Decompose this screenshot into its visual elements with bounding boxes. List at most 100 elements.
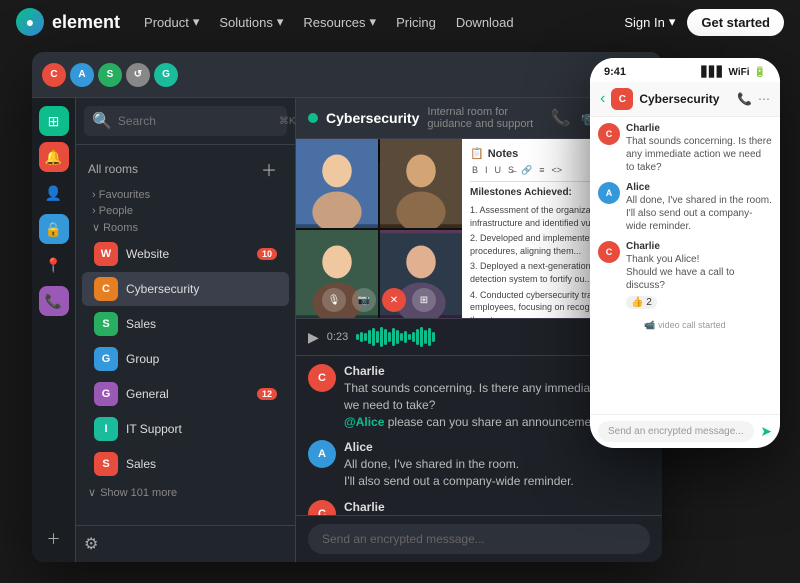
show-more-button[interactable]: ∨ Show 101 more xyxy=(76,482,295,503)
phone-text-alice: All done, I've shared in the room.I'll a… xyxy=(626,194,772,233)
add-room-button[interactable]: ＋ xyxy=(255,155,283,183)
italic-button[interactable]: I xyxy=(483,164,490,177)
room-avatar-website: W xyxy=(94,242,118,266)
call-icon[interactable]: 📞 xyxy=(551,108,571,128)
people-section[interactable]: › People xyxy=(76,203,295,219)
strikethrough-button[interactable]: S̶ xyxy=(506,164,516,177)
map-icon[interactable]: 📍 xyxy=(39,250,69,280)
phone-send-button[interactable]: ➤ xyxy=(760,423,772,440)
lock-icon[interactable]: 🔒 xyxy=(39,214,69,244)
avatar-2: A xyxy=(70,63,94,87)
phone-reaction[interactable]: 👍 2 xyxy=(626,296,657,309)
avatar-5: G xyxy=(154,63,178,87)
video-section: 📹 Video call xyxy=(296,139,462,318)
room-avatar-cybersecurity: C xyxy=(94,277,118,301)
camera-button[interactable]: 📷 xyxy=(352,288,376,312)
phone-sender-charlie-2: Charlie xyxy=(626,241,772,252)
message-input[interactable]: Send an encrypted message... xyxy=(308,524,650,554)
end-call-button[interactable]: ✕ xyxy=(382,288,406,312)
room-name-sales2: Sales xyxy=(126,457,277,471)
search-shortcut: ⌘K xyxy=(279,116,296,127)
phone-video-started: 📹 video call started xyxy=(598,318,772,333)
sidebar: 🔍 ⌘K ↻ All rooms ＋ › Favourites › People… xyxy=(76,98,296,562)
room-avatar-sales2: S xyxy=(94,452,118,476)
room-online-indicator xyxy=(308,113,318,123)
avatar-4: ↺ xyxy=(126,63,150,87)
underline-button[interactable]: U xyxy=(493,164,504,177)
video-cell-1 xyxy=(296,139,378,228)
app-body: ⊞ 🔔 👤 🔒 📍 📞 ＋ 🔍 ⌘K ↻ All rooms xyxy=(32,98,662,562)
signal-icon: ▋▋▋ xyxy=(701,67,724,78)
phone-more-icon[interactable]: ⋯ xyxy=(758,92,770,106)
phone-back-button[interactable]: ‹ xyxy=(600,90,605,108)
phone-input-bar: Send an encrypted message... ➤ xyxy=(590,414,780,448)
room-avatar-group: G xyxy=(94,347,118,371)
search-icon: 🔍 xyxy=(92,111,112,131)
notifications-icon[interactable]: 🔔 xyxy=(39,142,69,172)
room-website[interactable]: W Website 10 xyxy=(82,237,289,271)
bold-button[interactable]: B xyxy=(470,164,480,177)
phone-call-icon[interactable]: 📞 xyxy=(737,92,752,106)
message-avatar-charlie-2: C xyxy=(308,500,336,515)
add-space-icon[interactable]: ＋ xyxy=(39,524,69,554)
home-icon[interactable]: ⊞ xyxy=(39,106,69,136)
room-avatar-general: G xyxy=(94,382,118,406)
settings-icon[interactable]: ⚙ xyxy=(84,536,98,553)
chat-input-area: Send an encrypted message... xyxy=(296,515,662,562)
person-icon[interactable]: 👤 xyxy=(39,178,69,208)
icon-column: ⊞ 🔔 👤 🔒 📍 📞 ＋ xyxy=(32,98,76,562)
phone-msg-body-alice: Alice All done, I've shared in the room.… xyxy=(626,182,772,233)
phone-sender-alice: Alice xyxy=(626,182,772,193)
sidebar-footer: ⚙ xyxy=(76,525,295,562)
audio-time: 0:23 xyxy=(327,331,348,343)
nav-product[interactable]: Product ▾ xyxy=(144,14,199,30)
message-body-charlie-2: Charlie Thank you Alice!Should we have a… xyxy=(344,500,650,515)
code-button[interactable]: <> xyxy=(550,164,565,177)
room-group[interactable]: G Group xyxy=(82,342,289,376)
nav-resources[interactable]: Resources ▾ xyxy=(303,14,376,30)
nav-items: Product ▾ Solutions ▾ Resources ▾ Pricin… xyxy=(144,14,600,30)
all-rooms-header[interactable]: All rooms ＋ xyxy=(76,151,295,187)
phone-avatar-alice: A xyxy=(598,182,620,204)
video-cell-2 xyxy=(380,139,462,228)
room-cybersecurity[interactable]: C Cybersecurity xyxy=(82,272,289,306)
rooms-subsection-header: ∨ Rooms xyxy=(76,219,295,236)
avatar-3: S xyxy=(98,63,122,87)
share-screen-button[interactable]: ⊞ xyxy=(412,288,436,312)
favourites-section[interactable]: › Favourites xyxy=(76,187,295,203)
room-name-sales: Sales xyxy=(126,317,277,331)
nav-pricing[interactable]: Pricing xyxy=(396,15,436,30)
phone-time: 9:41 xyxy=(604,66,626,78)
wifi-icon: WiFi xyxy=(729,67,750,78)
message-body-alice-1: Alice All done, I've shared in the room.… xyxy=(344,440,650,490)
nav-download[interactable]: Download xyxy=(456,15,514,30)
nav-solutions[interactable]: Solutions ▾ xyxy=(219,14,283,30)
phone-message-alice: A Alice All done, I've shared in the roo… xyxy=(598,182,772,233)
phone-message-input[interactable]: Send an encrypted message... xyxy=(598,421,754,442)
phone-overlay: 9:41 ▋▋▋ WiFi 🔋 ‹ C Cybersecurity 📞 ⋯ C … xyxy=(590,58,780,448)
message-alice-1: A Alice All done, I've shared in the roo… xyxy=(308,440,650,490)
mic-button[interactable]: 🎙 xyxy=(322,288,346,312)
phone-text-charlie-2: Thank you Alice!Should we have a call to… xyxy=(626,253,772,292)
room-sales-2[interactable]: S Sales xyxy=(82,447,289,481)
phone-avatar-charlie-2: C xyxy=(598,241,620,263)
room-sales[interactable]: S Sales xyxy=(82,307,289,341)
room-badge-website: 10 xyxy=(257,248,277,260)
search-input[interactable] xyxy=(118,114,273,128)
play-button[interactable]: ▶ xyxy=(308,329,319,346)
logo[interactable]: ● element xyxy=(16,8,120,36)
room-it-support[interactable]: I IT Support xyxy=(82,412,289,446)
link-button[interactable]: 🔗 xyxy=(519,164,534,177)
room-name-group: Group xyxy=(126,352,277,366)
sign-in-button[interactable]: Sign In ▾ xyxy=(624,14,675,30)
phone-icon[interactable]: 📞 xyxy=(39,286,69,316)
search-bar[interactable]: 🔍 ⌘K ↻ xyxy=(84,106,287,136)
message-charlie-2: C Charlie Thank you Alice!Should we have… xyxy=(308,500,650,515)
video-controls: 🎙 📷 ✕ ⊞ xyxy=(322,288,436,312)
list-button[interactable]: ≡ xyxy=(537,164,546,177)
get-started-button[interactable]: Get started xyxy=(687,9,784,36)
room-name-general: General xyxy=(126,387,249,401)
phone-sender-charlie-1: Charlie xyxy=(626,123,772,134)
room-general[interactable]: G General 12 xyxy=(82,377,289,411)
sidebar-search: 🔍 ⌘K ↻ xyxy=(76,98,295,145)
